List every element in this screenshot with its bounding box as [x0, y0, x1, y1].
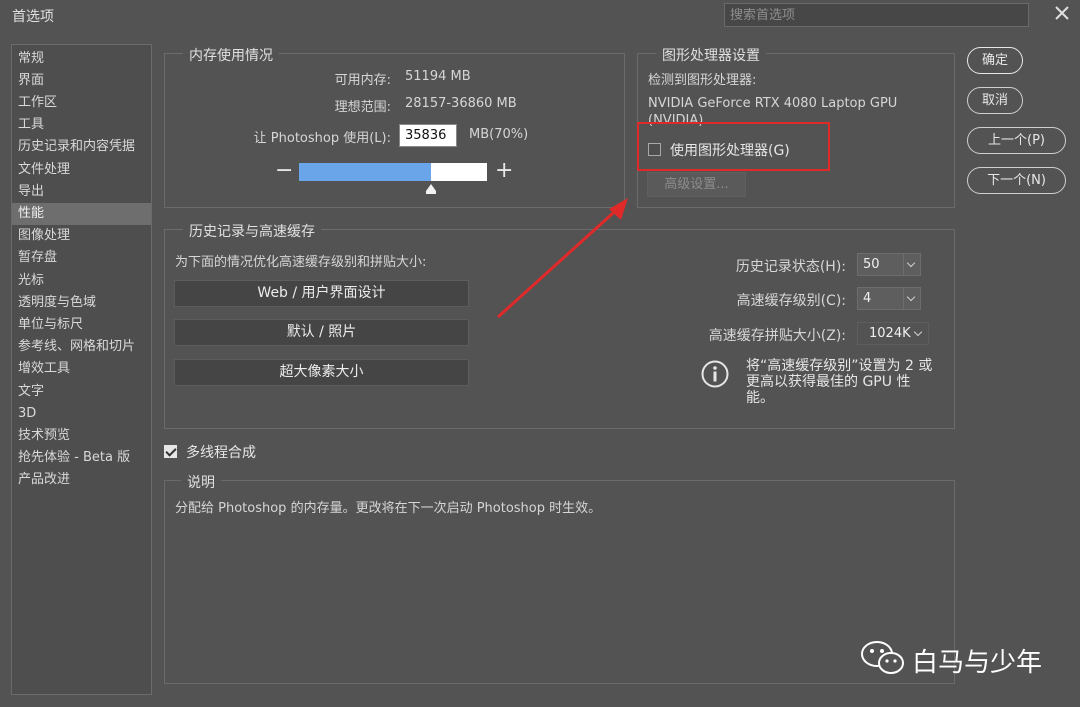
- search-input[interactable]: [724, 3, 1029, 27]
- watermark-text: 白马与少年: [912, 648, 1043, 678]
- info-icon: [701, 360, 729, 388]
- description-text: 分配给 Photoshop 的内存量。更改将在下一次启动 Photoshop 时…: [175, 501, 602, 516]
- sidebar-item-3d[interactable]: 3D: [12, 403, 151, 425]
- sidebar-item-file-handling[interactable]: 文件处理: [12, 159, 151, 181]
- decrease-memory-button[interactable]: −: [275, 158, 293, 183]
- memory-slider-thumb[interactable]: [425, 184, 436, 194]
- default-photo-preset-button[interactable]: 默认 / 照片: [174, 319, 469, 346]
- cache-tile-size-value: 1024K: [869, 326, 911, 341]
- sidebar-item-cursors[interactable]: 光标: [12, 270, 151, 292]
- gpu-name-line1: NVIDIA GeForce RTX 4080 Laptop GPU: [648, 96, 898, 111]
- ideal-range-label: 理想范围:: [334, 100, 391, 115]
- optimize-cache-label: 为下面的情况优化高速缓存级别和拼贴大小:: [175, 255, 427, 270]
- available-ram-value: 51194 MB: [405, 69, 471, 84]
- close-icon[interactable]: [1050, 2, 1074, 26]
- sidebar-item-workspace[interactable]: 工作区: [12, 92, 151, 114]
- sidebar-item-plugins[interactable]: 增效工具: [12, 358, 151, 380]
- ok-button[interactable]: 确定: [967, 47, 1023, 74]
- multithread-checkbox[interactable]: [164, 445, 177, 458]
- chevron-down-icon: [911, 323, 928, 344]
- sidebar-item-performance[interactable]: 性能: [12, 203, 151, 225]
- history-states-value: 50: [863, 257, 880, 272]
- memory-slider-fill: [299, 163, 431, 181]
- gpu-settings-title: 图形处理器设置: [656, 45, 766, 65]
- next-button[interactable]: 下一个(N): [967, 167, 1066, 194]
- gpu-detected-label: 检测到图形处理器:: [648, 73, 757, 88]
- dialog-title: 首选项: [12, 9, 54, 25]
- history-states-select[interactable]: 50: [857, 253, 921, 276]
- sidebar-item-tools[interactable]: 工具: [12, 114, 151, 136]
- sidebar-item-improvement[interactable]: 产品改进: [12, 469, 151, 491]
- description-title: 说明: [181, 472, 221, 492]
- memory-usage-title: 内存使用情况: [183, 45, 279, 65]
- memory-percent-label: MB(70%): [469, 127, 529, 142]
- let-photoshop-use-label: 让 Photoshop 使用(L):: [253, 131, 391, 146]
- multithread-label: 多线程合成: [186, 445, 256, 461]
- memory-usage-input[interactable]: [399, 124, 457, 147]
- sidebar-item-type[interactable]: 文字: [12, 381, 151, 403]
- sidebar-item-general[interactable]: 常规: [12, 48, 151, 70]
- wechat-icon: [861, 641, 904, 674]
- memory-slider-track[interactable]: [299, 163, 487, 181]
- ideal-range-value: 28157-36860 MB: [405, 96, 517, 111]
- cache-tile-size-label: 高速缓存拼贴大小(Z):: [708, 328, 846, 344]
- cache-tile-size-select[interactable]: 1024K: [857, 322, 929, 345]
- sidebar: 常规 界面 工作区 工具 历史记录和内容凭据 文件处理 导出 性能 图像处理 暂…: [11, 44, 152, 695]
- title-bar: 首选项: [0, 0, 1080, 30]
- cancel-button[interactable]: 取消: [967, 87, 1023, 114]
- info-text-line3: 能。: [746, 390, 774, 406]
- sidebar-item-interface[interactable]: 界面: [12, 70, 151, 92]
- chevron-down-icon: [903, 288, 920, 309]
- sidebar-item-image-processing[interactable]: 图像处理: [12, 225, 151, 247]
- sidebar-item-units[interactable]: 单位与标尺: [12, 314, 151, 336]
- sidebar-item-beta[interactable]: 抢先体验 - Beta 版: [12, 447, 151, 469]
- cache-levels-select[interactable]: 4: [857, 287, 921, 310]
- sidebar-item-transparency[interactable]: 透明度与色域: [12, 292, 151, 314]
- cache-levels-label: 高速缓存级别(C):: [736, 293, 846, 309]
- chevron-down-icon: [903, 254, 920, 275]
- sidebar-item-history[interactable]: 历史记录和内容凭据: [12, 136, 151, 158]
- previous-button[interactable]: 上一个(P): [967, 127, 1066, 154]
- advanced-settings-button[interactable]: 高级设置...: [647, 172, 746, 197]
- available-ram-label: 可用内存:: [334, 73, 391, 88]
- sidebar-item-scratch-disks[interactable]: 暂存盘: [12, 247, 151, 269]
- history-states-label: 历史记录状态(H):: [735, 259, 846, 275]
- huge-pixel-preset-button[interactable]: 超大像素大小: [174, 359, 469, 386]
- annotation-highlight-box: [637, 122, 830, 171]
- sidebar-item-tech-previews[interactable]: 技术预览: [12, 425, 151, 447]
- cache-levels-value: 4: [863, 291, 872, 306]
- sidebar-item-export[interactable]: 导出: [12, 181, 151, 203]
- sidebar-item-guides[interactable]: 参考线、网格和切片: [12, 336, 151, 358]
- history-cache-title: 历史记录与高速缓存: [183, 221, 321, 241]
- web-ui-preset-button[interactable]: Web / 用户界面设计: [174, 280, 469, 307]
- annotation-arrow-icon: [496, 198, 628, 319]
